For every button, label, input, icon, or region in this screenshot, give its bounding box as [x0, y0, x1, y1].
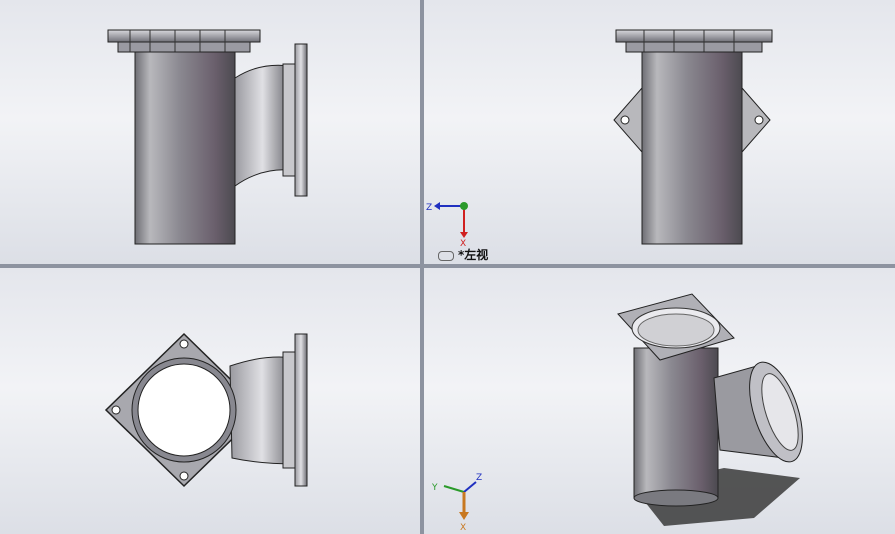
left-view-model: Z X [426, 29, 773, 249]
viewport-left[interactable]: Z X [424, 0, 895, 264]
triad-axis-x-iso: X [460, 523, 466, 533]
triad-axis-z: Z [426, 203, 432, 213]
viewport-isometric[interactable]: Y Z X [424, 268, 895, 534]
cad-window: Z X *左视 Y Z X [0, 0, 895, 534]
viewport-front[interactable] [0, 0, 420, 264]
triad-axis-y: Y [431, 483, 438, 493]
horizontal-splitter[interactable] [0, 264, 895, 268]
triad-icon: Z X [426, 202, 468, 249]
viewport-top[interactable] [0, 268, 420, 534]
front-view-model [107, 29, 308, 245]
iso-triad-icon: Y Z X [431, 473, 482, 533]
triad-axis-z-iso: Z [476, 473, 482, 483]
link-icon [438, 250, 454, 261]
top-view-model [104, 332, 308, 488]
view-name-label: *左视 [438, 246, 488, 263]
isometric-view-model: Y Z X [431, 293, 803, 533]
view-name-text: *左视 [458, 248, 489, 262]
